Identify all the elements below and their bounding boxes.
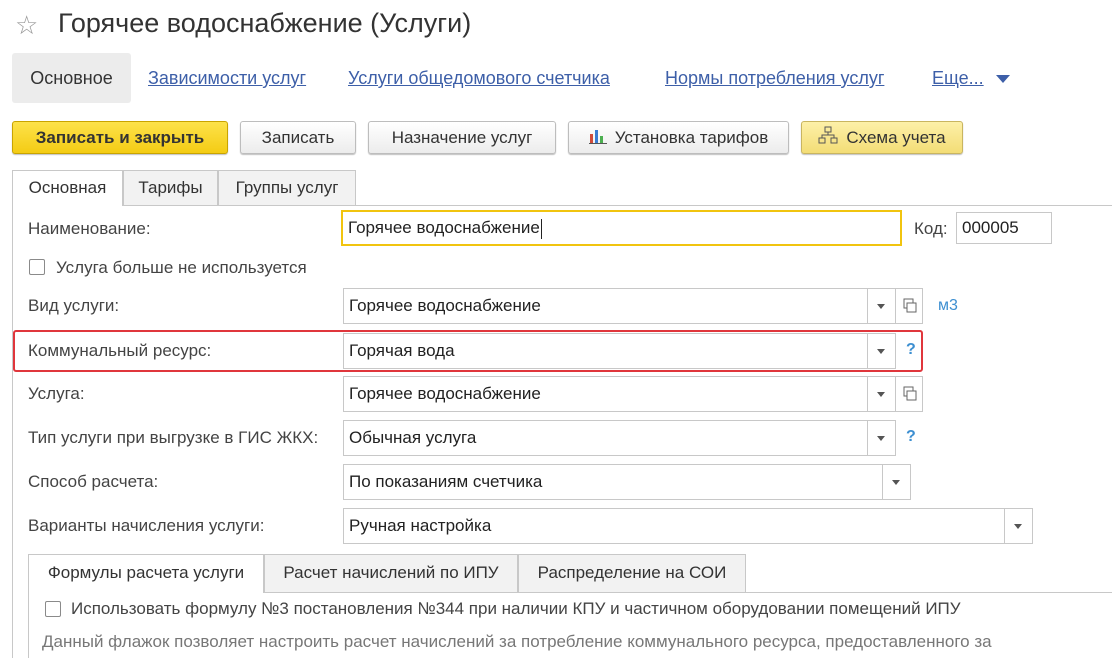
set-tariffs-label: Установка тарифов xyxy=(614,128,769,147)
text-cursor xyxy=(540,218,542,239)
favorite-star-icon[interactable]: ☆ xyxy=(15,10,38,41)
set-tariffs-button[interactable]: Установка тарифов xyxy=(568,121,789,154)
gis-help-icon[interactable]: ? xyxy=(906,428,916,446)
gis-type-value: Обычная услуга xyxy=(349,428,477,447)
nav-link-dependencies[interactable]: Зависимости услуг xyxy=(148,68,306,88)
dropdown-arrow-icon[interactable] xyxy=(867,377,895,411)
kind-label: Вид услуги: xyxy=(28,296,120,315)
open-copy-icon xyxy=(903,386,917,401)
dropdown-arrow-icon[interactable] xyxy=(867,421,895,455)
assign-services-button[interactable]: Назначение услуг xyxy=(368,121,556,154)
tabs-divider xyxy=(12,205,1112,206)
calc-method-select[interactable]: По показаниям счетчика xyxy=(343,464,911,500)
subtab-ipu-calc[interactable]: Расчет начислений по ИПУ xyxy=(264,554,518,592)
kind-select[interactable]: Горячее водоснабжение xyxy=(343,288,896,324)
open-service-button[interactable] xyxy=(895,376,923,412)
nav-link-common-meter-services[interactable]: Услуги общедомового счетчика xyxy=(348,68,610,88)
dropdown-arrow-icon[interactable] xyxy=(1004,509,1032,543)
resource-select[interactable]: Горячая вода xyxy=(343,333,896,369)
gis-type-label: Тип услуги при выгрузке в ГИС ЖКХ: xyxy=(28,428,319,447)
kind-value: Горячее водоснабжение xyxy=(349,296,541,315)
unused-label: Услуга больше не используется xyxy=(56,258,307,277)
dropdown-arrow-icon[interactable] xyxy=(867,289,895,323)
accounting-scheme-button[interactable]: Схема учета xyxy=(801,121,963,154)
accounting-scheme-label: Схема учета xyxy=(846,128,946,147)
service-value: Горячее водоснабжение xyxy=(349,384,541,403)
tab-main[interactable]: Основная xyxy=(12,170,123,206)
subtab-formulas[interactable]: Формулы расчета услуги xyxy=(28,554,264,593)
resource-value: Горячая вода xyxy=(349,341,455,360)
service-label: Услуга: xyxy=(28,384,85,403)
code-input[interactable]: 000005 xyxy=(956,212,1052,244)
nav-more-menu[interactable]: Еще... xyxy=(932,53,1010,103)
calc-method-value: По показаниям счетчика xyxy=(349,472,543,491)
unused-checkbox[interactable] xyxy=(29,259,45,275)
name-value: Горячее водоснабжение xyxy=(348,218,540,237)
tab-tariffs[interactable]: Тарифы xyxy=(123,170,218,205)
code-label: Код: xyxy=(914,219,948,238)
variants-select[interactable]: Ручная настройка xyxy=(343,508,1033,544)
save-and-close-button[interactable]: Записать и закрыть xyxy=(12,121,228,154)
open-kind-button[interactable] xyxy=(895,288,923,324)
resource-label: Коммунальный ресурс: xyxy=(28,341,212,360)
panel-left-border xyxy=(12,205,13,658)
tab-service-groups[interactable]: Группы услуг xyxy=(218,170,356,205)
formula-description: Данный флажок позволяет настроить расчет… xyxy=(42,632,992,651)
chevron-down-icon xyxy=(995,75,1010,84)
nav-link-consumption-norms[interactable]: Нормы потребления услуг xyxy=(665,68,884,88)
gis-type-select[interactable]: Обычная услуга xyxy=(343,420,896,456)
dropdown-arrow-icon[interactable] xyxy=(882,465,910,499)
variants-label: Варианты начисления услуги: xyxy=(28,516,265,535)
variants-value: Ручная настройка xyxy=(349,516,492,535)
formula-3-checkbox[interactable] xyxy=(45,601,61,617)
page-title: Горячее водоснабжение (Услуги) xyxy=(58,8,472,38)
resource-help-icon[interactable]: ? xyxy=(906,341,916,359)
formula-3-label: Использовать формулу №3 постановления №3… xyxy=(71,599,961,618)
subpanel-left-border xyxy=(28,592,29,658)
unit-label: м3 xyxy=(938,297,958,314)
open-copy-icon xyxy=(903,298,917,313)
save-button[interactable]: Записать xyxy=(240,121,356,154)
service-select[interactable]: Горячее водоснабжение xyxy=(343,376,896,412)
dropdown-arrow-icon[interactable] xyxy=(867,334,895,368)
nav-more-label[interactable]: Еще... xyxy=(932,68,984,88)
name-label: Наименование: xyxy=(28,219,151,238)
bar-chart-icon xyxy=(588,123,607,154)
subtab-soi-distribution[interactable]: Распределение на СОИ xyxy=(518,554,746,592)
calc-method-label: Способ расчета: xyxy=(28,472,159,491)
nav-tab-main[interactable]: Основное xyxy=(12,53,131,103)
name-input[interactable]: Горячее водоснабжение xyxy=(341,210,902,246)
hierarchy-icon xyxy=(818,123,838,154)
